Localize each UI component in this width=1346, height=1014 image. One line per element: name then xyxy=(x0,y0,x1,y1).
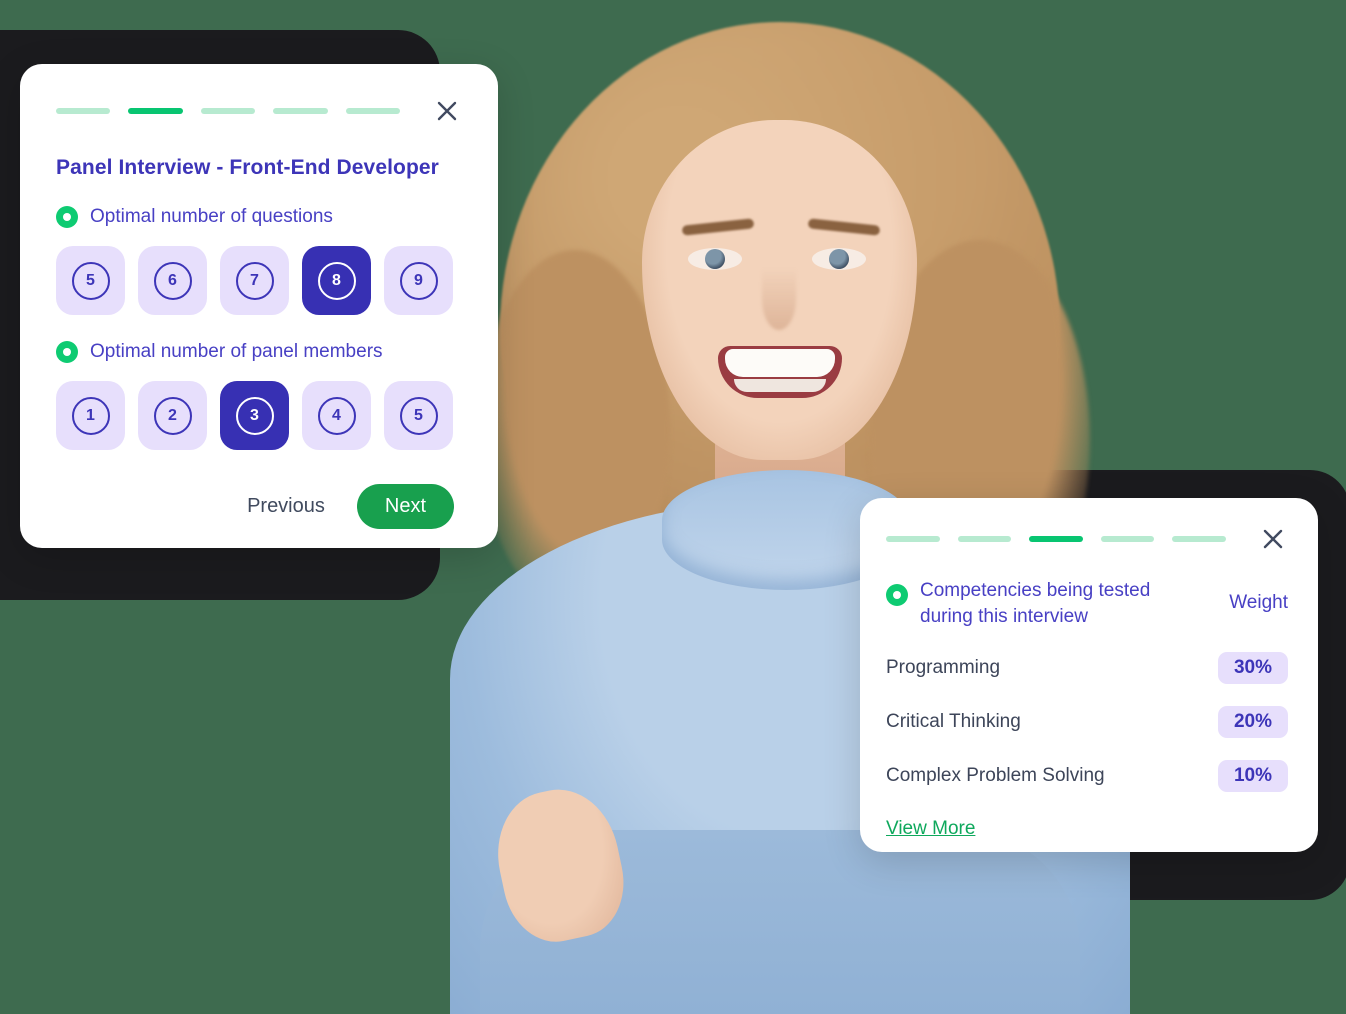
question-count-label-row: Optimal number of questions xyxy=(56,206,462,228)
close-icon[interactable] xyxy=(432,96,462,126)
competencies-header: Competencies being tested during this in… xyxy=(886,578,1288,630)
mouth xyxy=(718,346,842,398)
competency-name: Complex Problem Solving xyxy=(886,765,1105,787)
weight-badge: 10% xyxy=(1218,760,1288,793)
screen-root: Panel Interview - Front-End Developer Op… xyxy=(0,0,1346,1014)
progress-steps-right xyxy=(886,524,1288,554)
eye-right xyxy=(812,248,866,270)
close-icon[interactable] xyxy=(1258,524,1288,554)
question-count-option-5[interactable]: 5 xyxy=(56,246,125,315)
panel-member-count-label: Optimal number of panel members xyxy=(90,341,383,362)
progress-step-1[interactable] xyxy=(56,108,111,114)
competencies-card: Competencies being tested during this in… xyxy=(860,498,1318,852)
progress-steps-left xyxy=(56,96,462,126)
radio-dot-icon xyxy=(56,206,78,228)
next-button[interactable]: Next xyxy=(356,484,454,529)
table-row[interactable]: Complex Problem Solving 10% xyxy=(886,760,1288,793)
question-count-label: Optimal number of questions xyxy=(90,206,333,227)
panel-member-option-3[interactable]: 3 xyxy=(220,381,289,450)
progress-step-2[interactable] xyxy=(128,108,183,114)
panel-member-count-label-row: Optimal number of panel members xyxy=(56,341,462,363)
progress-step-5[interactable] xyxy=(345,108,401,114)
table-row[interactable]: Critical Thinking 20% xyxy=(886,706,1288,739)
weight-column-header: Weight xyxy=(1229,592,1288,613)
question-count-option-7[interactable]: 7 xyxy=(220,246,289,315)
radio-dot-icon xyxy=(886,584,908,606)
panel-member-option-5[interactable]: 5 xyxy=(384,381,453,450)
page-title: Panel Interview - Front-End Developer xyxy=(56,156,439,179)
table-row[interactable]: Programming 30% xyxy=(886,652,1288,685)
progress-step-1[interactable] xyxy=(886,536,940,542)
question-count-option-6[interactable]: 6 xyxy=(138,246,207,315)
progress-step-2[interactable] xyxy=(957,536,1012,542)
panel-member-option-1[interactable]: 1 xyxy=(56,381,125,450)
panel-member-count-options: 1 2 3 4 5 xyxy=(56,381,462,450)
competency-name: Critical Thinking xyxy=(886,711,1021,733)
nose xyxy=(762,268,796,330)
panel-member-option-2[interactable]: 2 xyxy=(138,381,207,450)
card-actions: Previous Next xyxy=(56,484,462,529)
progress-step-3[interactable] xyxy=(200,108,256,114)
progress-step-4[interactable] xyxy=(1100,536,1155,542)
question-count-option-9[interactable]: 9 xyxy=(384,246,453,315)
competency-name: Programming xyxy=(886,657,1001,679)
eye-left xyxy=(688,248,742,270)
radio-dot-icon xyxy=(56,341,78,363)
question-count-option-8[interactable]: 8 xyxy=(302,246,371,315)
weight-badge: 20% xyxy=(1218,706,1288,739)
progress-step-4[interactable] xyxy=(273,108,328,114)
progress-step-3[interactable] xyxy=(1029,536,1083,542)
panel-member-option-4[interactable]: 4 xyxy=(302,381,371,450)
previous-button[interactable]: Previous xyxy=(247,495,325,518)
panel-interview-card: Panel Interview - Front-End Developer Op… xyxy=(20,64,498,548)
competencies-heading: Competencies being tested during this in… xyxy=(920,580,1151,628)
view-more-link[interactable]: View More xyxy=(886,818,975,840)
question-count-options: 5 6 7 8 9 xyxy=(56,246,462,315)
weight-badge: 30% xyxy=(1218,652,1288,685)
progress-step-5[interactable] xyxy=(1172,536,1226,542)
